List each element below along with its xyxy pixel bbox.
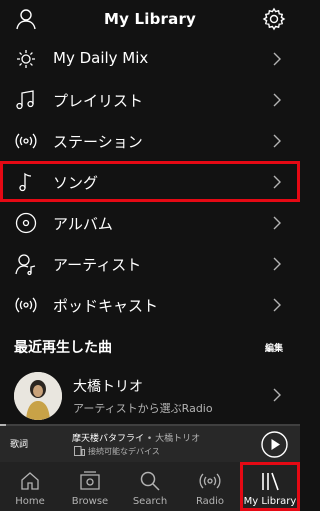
now-playing-bar[interactable]: 歌詞 摩天楼バタフライ • 大橋トリオ 接続可能なデバイス <box>0 426 300 462</box>
menu-item-label: アルバム <box>53 215 113 233</box>
home-icon <box>21 472 39 490</box>
tab-label: Home <box>15 496 45 507</box>
chevron-right-icon <box>273 388 281 402</box>
search-icon <box>140 471 160 491</box>
devices-icon <box>74 446 85 456</box>
tab-bar: Home Browse Search Radio My Library <box>0 462 300 511</box>
podcast-icon <box>15 297 37 313</box>
edit-button[interactable]: 編集 <box>265 341 283 354</box>
menu-item-label: アーティスト <box>53 256 142 274</box>
chevron-right-icon <box>273 134 281 148</box>
device-label[interactable]: 接続可能なデバイス <box>88 446 160 457</box>
chevron-right-icon <box>273 175 281 189</box>
list-item[interactable]: 大橋トリオ アーティストから選ぶRadio <box>0 370 300 422</box>
chevron-right-icon <box>273 298 281 312</box>
music-notes-icon <box>16 90 34 110</box>
menu-item-stations[interactable]: ステーション <box>0 120 300 161</box>
item-title: 大橋トリオ <box>73 379 143 395</box>
tab-my-library[interactable]: My Library <box>240 462 300 511</box>
tab-browse[interactable]: Browse <box>60 462 120 511</box>
menu-item-artists[interactable]: アーティスト <box>0 243 300 284</box>
sun-icon <box>17 50 35 68</box>
user-icon[interactable] <box>14 7 38 31</box>
menu-item-daily-mix[interactable]: My Daily Mix <box>0 38 300 79</box>
tab-home[interactable]: Home <box>0 462 60 511</box>
tab-label: Search <box>132 496 168 507</box>
avatar <box>14 372 62 420</box>
radio-icon <box>199 473 221 489</box>
menu-item-label: ステーション <box>53 133 143 151</box>
menu-item-playlists[interactable]: プレイリスト <box>0 79 300 120</box>
browse-icon <box>80 471 100 490</box>
lyrics-button[interactable]: 歌詞 <box>10 437 28 450</box>
tab-radio[interactable]: Radio <box>180 462 240 511</box>
menu-item-label: プレイリスト <box>53 92 144 110</box>
track-title: 摩天楼バタフライ <box>72 434 145 444</box>
chevron-right-icon <box>273 257 281 271</box>
gear-icon[interactable] <box>262 7 286 31</box>
page-title: My Library <box>103 10 197 28</box>
library-menu: My Daily Mix プレイリスト ステーション ソング アルバム アーティ… <box>0 38 300 325</box>
play-button[interactable] <box>261 431 288 458</box>
tab-label: My Library <box>243 496 297 507</box>
tab-label: Radio <box>195 496 225 507</box>
item-subtitle: アーティストから選ぶRadio <box>73 402 213 415</box>
tab-label: Browse <box>71 496 109 507</box>
menu-item-label: My Daily Mix <box>53 49 149 67</box>
header: My Library <box>0 0 300 38</box>
menu-item-label: ポッドキャスト <box>53 297 159 315</box>
menu-item-albums[interactable]: アルバム <box>0 202 300 243</box>
menu-item-songs[interactable]: ソング <box>0 161 300 202</box>
track-artist: 大橋トリオ <box>155 434 201 444</box>
menu-item-podcasts[interactable]: ポッドキャスト <box>0 284 300 325</box>
chevron-right-icon <box>273 52 281 66</box>
section-title: 最近再生した曲 <box>14 340 112 356</box>
chevron-right-icon <box>273 216 281 230</box>
chevron-right-icon <box>273 93 281 107</box>
music-note-icon <box>19 172 32 192</box>
now-playing-track: 摩天楼バタフライ • 大橋トリオ <box>72 431 200 444</box>
library-icon <box>262 472 279 491</box>
tab-search[interactable]: Search <box>120 462 180 511</box>
disc-icon <box>15 212 37 234</box>
radio-waves-icon <box>15 133 37 149</box>
separator: • <box>146 434 153 444</box>
menu-item-label: ソング <box>53 174 99 192</box>
artist-icon <box>15 254 36 276</box>
recent-header: 最近再生した曲 編集 <box>0 333 300 359</box>
